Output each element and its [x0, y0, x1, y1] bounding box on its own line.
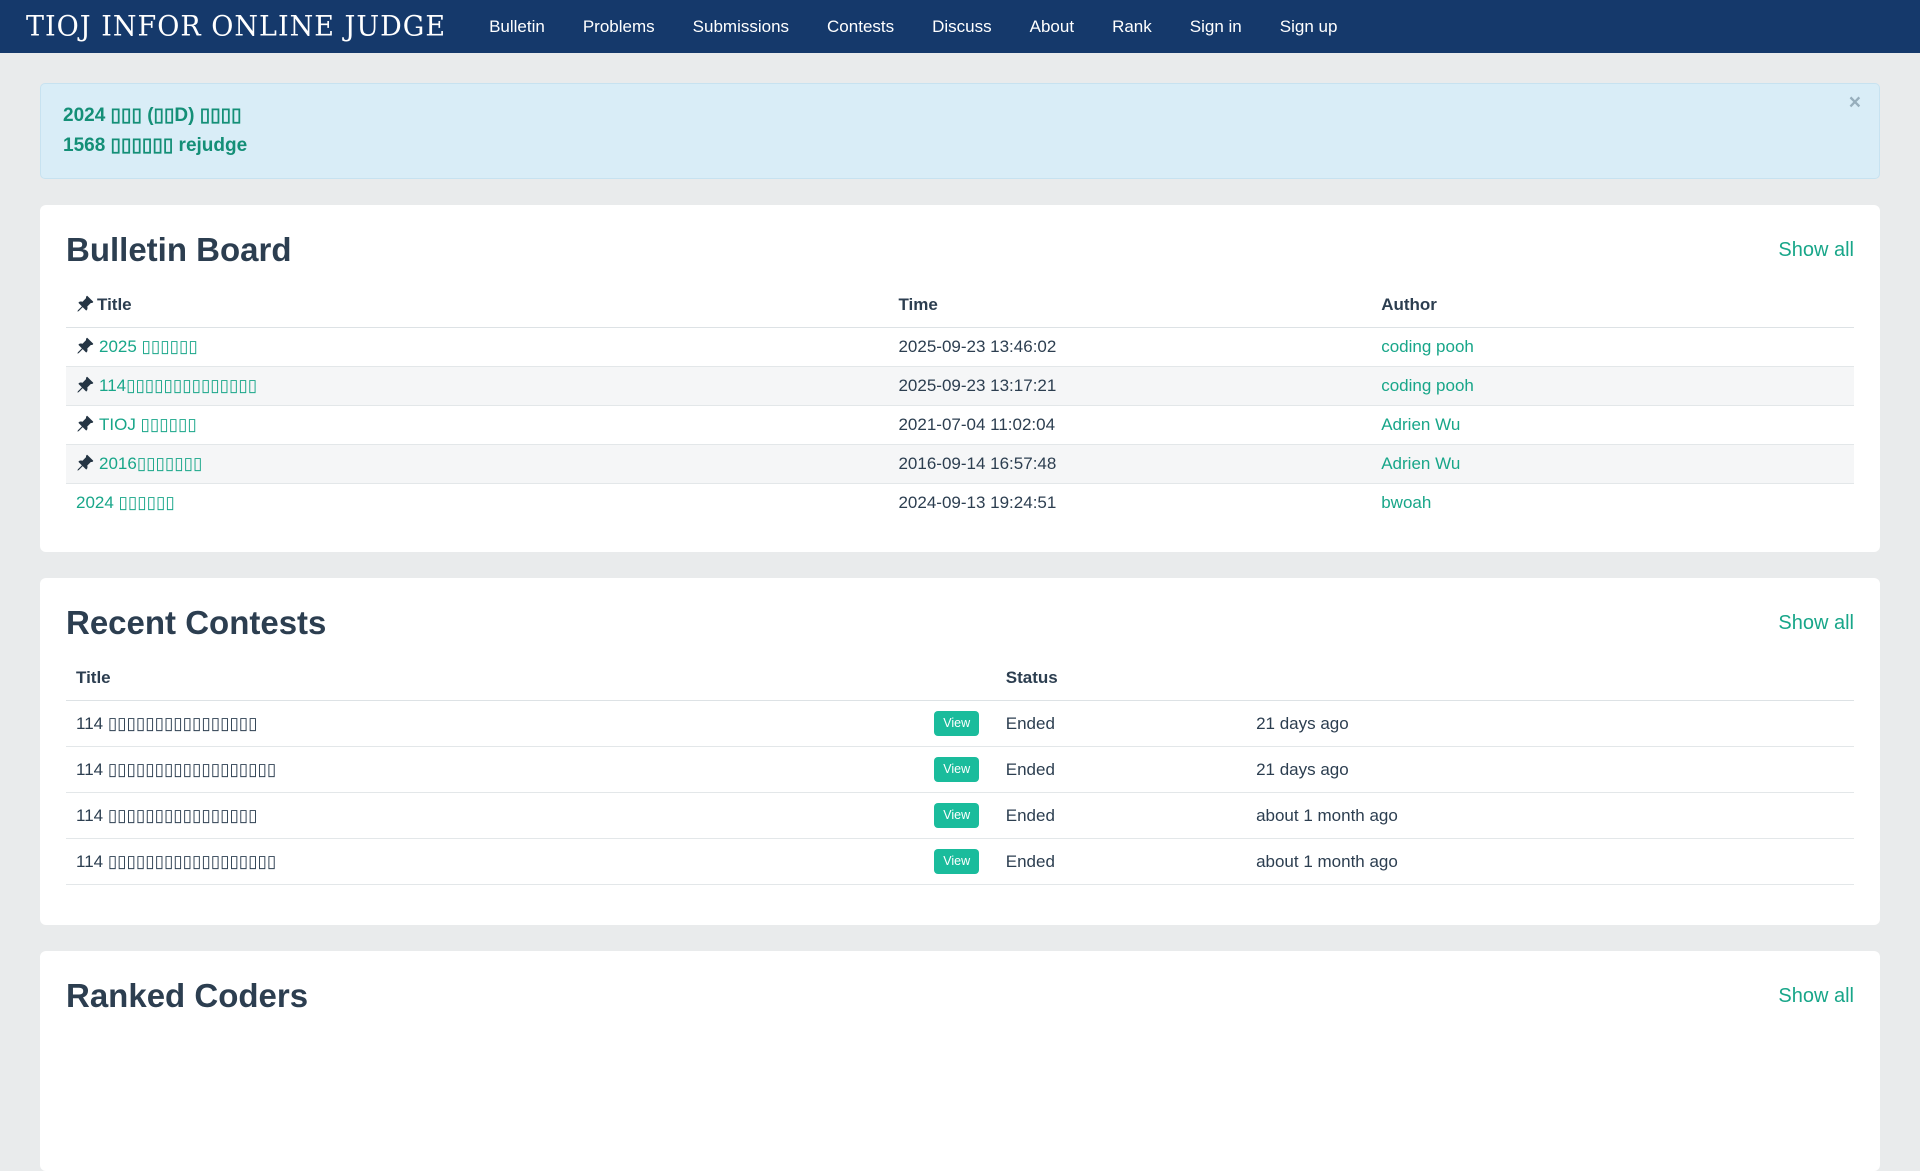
bulletin-row: TIOJ ▯▯▯▯▯▯ 2021-07-04 11:02:04 Adrien W…	[66, 406, 1854, 445]
contest-status: Ended	[996, 701, 1246, 747]
pin-icon	[76, 454, 94, 472]
pin-icon	[76, 376, 94, 394]
view-button[interactable]: View	[934, 757, 979, 782]
bulletin-author-link[interactable]: bwoah	[1381, 493, 1431, 512]
view-button[interactable]: View	[934, 711, 979, 736]
contest-row: 114 ▯▯▯▯▯▯▯▯▯▯▯▯▯▯▯▯ View Ended about 1 …	[66, 793, 1854, 839]
contest-row: 114 ▯▯▯▯▯▯▯▯▯▯▯▯▯▯▯▯▯▯ View Ended about …	[66, 839, 1854, 885]
ranked-coders-header: Ranked Coders Show all	[66, 977, 1854, 1015]
main-container: 2024 ▯▯▯ (▯▯D) ▯▯▯▯ 1568 ▯▯▯▯▯▯ rejudge …	[40, 83, 1880, 1171]
contests-table: Title Status 114 ▯▯▯▯▯▯▯▯▯▯▯▯▯▯▯▯ View E…	[66, 656, 1854, 885]
contest-row: 114 ▯▯▯▯▯▯▯▯▯▯▯▯▯▯▯▯ View Ended 21 days …	[66, 701, 1854, 747]
bulletin-author-link[interactable]: Adrien Wu	[1381, 454, 1460, 473]
bulletin-author-link[interactable]: coding pooh	[1381, 337, 1474, 356]
nav-item-sign-in[interactable]: Sign in	[1171, 0, 1261, 53]
bulletin-author-link[interactable]: Adrien Wu	[1381, 415, 1460, 434]
alert-announcement-link-2[interactable]: 1568 ▯▯▯▯▯▯ rejudge	[63, 131, 1857, 161]
bulletin-title-link[interactable]: 114▯▯▯▯▯▯▯▯▯▯▯▯▯▯	[99, 376, 257, 395]
ranked-show-all-link[interactable]: Show all	[1778, 985, 1854, 1008]
brand-logo[interactable]: TIOJ INFOR ONLINE JUDGE	[26, 10, 446, 42]
bulletin-title-link[interactable]: 2016▯▯▯▯▯▯▯	[99, 454, 202, 473]
bulletin-col-author: Author	[1371, 283, 1854, 328]
contest-time-ago: 21 days ago	[1246, 747, 1854, 793]
nav-item-bulletin[interactable]: Bulletin	[470, 0, 564, 53]
contest-status: Ended	[996, 793, 1246, 839]
contest-time-ago: about 1 month ago	[1246, 793, 1854, 839]
bulletin-board-title: Bulletin Board	[66, 231, 292, 269]
close-icon[interactable]: ×	[1849, 92, 1861, 113]
contest-status: Ended	[996, 747, 1246, 793]
bulletin-row: 114▯▯▯▯▯▯▯▯▯▯▯▯▯▯ 2025-09-23 13:17:21 co…	[66, 367, 1854, 406]
bulletin-time: 2016-09-14 16:57:48	[888, 445, 1371, 484]
nav-item-submissions[interactable]: Submissions	[674, 0, 808, 53]
nav-item-contests[interactable]: Contests	[808, 0, 913, 53]
bulletin-show-all-link[interactable]: Show all	[1778, 239, 1854, 262]
top-navbar: TIOJ INFOR ONLINE JUDGE Bulletin Problem…	[0, 0, 1920, 53]
contest-title: 114 ▯▯▯▯▯▯▯▯▯▯▯▯▯▯▯▯	[66, 701, 924, 747]
bulletin-header-row: Title Time Author	[66, 283, 1854, 328]
view-button[interactable]: View	[934, 803, 979, 828]
bulletin-author-link[interactable]: coding pooh	[1381, 376, 1474, 395]
contests-show-all-link[interactable]: Show all	[1778, 612, 1854, 635]
bulletin-title-link[interactable]: 2025 ▯▯▯▯▯▯	[99, 337, 198, 356]
contest-time-ago: 21 days ago	[1246, 701, 1854, 747]
bulletin-col-time: Time	[888, 283, 1371, 328]
bulletin-row: 2016▯▯▯▯▯▯▯ 2016-09-14 16:57:48 Adrien W…	[66, 445, 1854, 484]
contest-row: 114 ▯▯▯▯▯▯▯▯▯▯▯▯▯▯▯▯▯▯ View Ended 21 day…	[66, 747, 1854, 793]
bulletin-time: 2021-07-04 11:02:04	[888, 406, 1371, 445]
ranked-coders-title: Ranked Coders	[66, 977, 308, 1015]
contests-col-title: Title	[66, 656, 924, 701]
contest-title: 114 ▯▯▯▯▯▯▯▯▯▯▯▯▯▯▯▯▯▯	[66, 747, 924, 793]
nav-item-problems[interactable]: Problems	[564, 0, 674, 53]
bulletin-table: Title Time Author 2025 ▯▯▯▯▯▯ 2025-09-23…	[66, 283, 1854, 522]
nav-item-rank[interactable]: Rank	[1093, 0, 1171, 53]
recent-contests-card: Recent Contests Show all Title Status 11…	[40, 578, 1880, 925]
ranked-coders-card: Ranked Coders Show all	[40, 951, 1880, 1171]
recent-contests-title: Recent Contests	[66, 604, 326, 642]
contest-title: 114 ▯▯▯▯▯▯▯▯▯▯▯▯▯▯▯▯▯▯	[66, 839, 924, 885]
bulletin-board-card: Bulletin Board Show all Title Time Autho…	[40, 205, 1880, 552]
pin-icon	[76, 337, 94, 355]
contests-col-status: Status	[996, 656, 1246, 701]
bulletin-row: 2025 ▯▯▯▯▯▯ 2025-09-23 13:46:02 coding p…	[66, 328, 1854, 367]
alert-announcement-link-1[interactable]: 2024 ▯▯▯ (▯▯D) ▯▯▯▯	[63, 101, 1857, 131]
bulletin-board-header: Bulletin Board Show all	[66, 231, 1854, 269]
view-button[interactable]: View	[934, 849, 979, 874]
contest-title: 114 ▯▯▯▯▯▯▯▯▯▯▯▯▯▯▯▯	[66, 793, 924, 839]
contest-status: Ended	[996, 839, 1246, 885]
bulletin-title-link[interactable]: TIOJ ▯▯▯▯▯▯	[99, 415, 197, 434]
recent-contests-header: Recent Contests Show all	[66, 604, 1854, 642]
bulletin-col-title: Title	[97, 295, 132, 314]
nav-menu: Bulletin Problems Submissions Contests D…	[470, 0, 1356, 53]
bulletin-row: 2024 ▯▯▯▯▯▯ 2024-09-13 19:24:51 bwoah	[66, 484, 1854, 523]
bulletin-time: 2024-09-13 19:24:51	[888, 484, 1371, 523]
contest-time-ago: about 1 month ago	[1246, 839, 1854, 885]
contests-col-action	[924, 656, 996, 701]
nav-item-about[interactable]: About	[1011, 0, 1093, 53]
nav-item-discuss[interactable]: Discuss	[913, 0, 1011, 53]
bulletin-time: 2025-09-23 13:17:21	[888, 367, 1371, 406]
bulletin-title-link[interactable]: 2024 ▯▯▯▯▯▯	[76, 493, 175, 512]
contests-header-row: Title Status	[66, 656, 1854, 701]
pin-icon	[76, 415, 94, 433]
pin-icon	[76, 295, 94, 313]
contests-col-ago	[1246, 656, 1854, 701]
announcement-alert: 2024 ▯▯▯ (▯▯D) ▯▯▯▯ 1568 ▯▯▯▯▯▯ rejudge …	[40, 83, 1880, 179]
nav-item-sign-up[interactable]: Sign up	[1261, 0, 1357, 53]
bulletin-time: 2025-09-23 13:46:02	[888, 328, 1371, 367]
